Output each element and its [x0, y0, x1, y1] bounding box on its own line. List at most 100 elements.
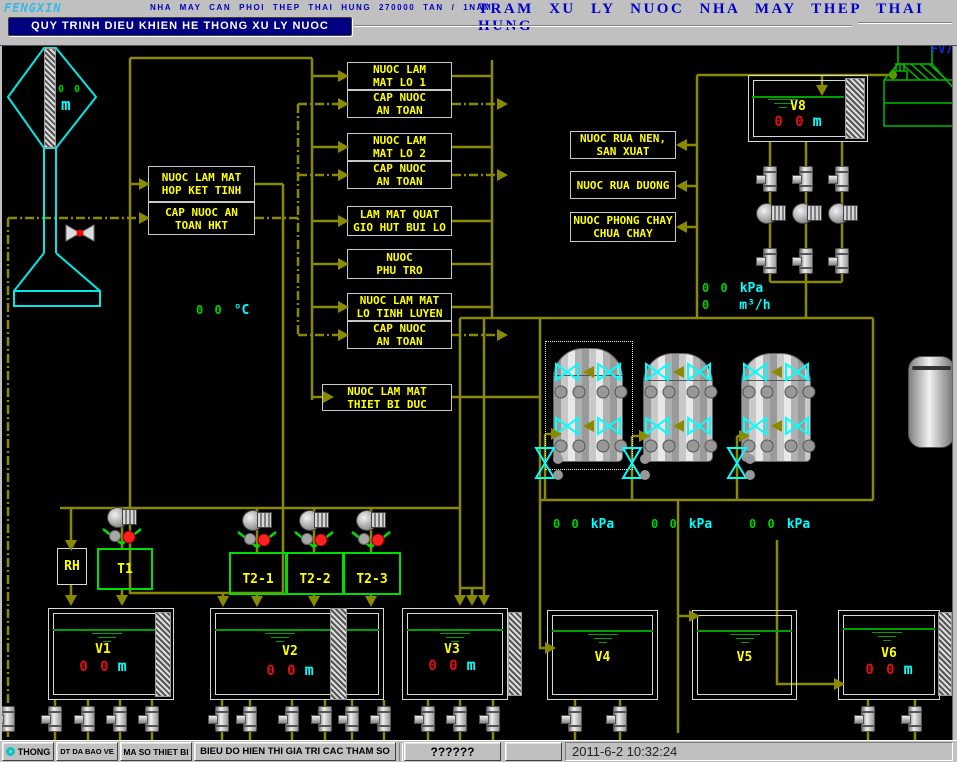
- filter-tank-1[interactable]: [553, 348, 623, 462]
- v5-ripple: [730, 633, 760, 645]
- box-nuoc-lam-mat-hop-ket-tinh[interactable]: NUOC LAM MATHOP KET TINH: [148, 166, 255, 202]
- valve-pump3-top[interactable]: [835, 166, 849, 192]
- empty-panel: [505, 742, 562, 761]
- filter3-pressure: 0 0 kPa: [749, 517, 810, 532]
- system-button[interactable]: THONG: [2, 742, 54, 761]
- left-frame: [0, 45, 2, 740]
- valve-main-drain[interactable]: [1, 706, 15, 732]
- box-t2-3[interactable]: T2-3: [343, 552, 401, 595]
- v1-label: V1: [48, 642, 158, 657]
- v6-waterline: [843, 628, 935, 630]
- protection-button[interactable]: DT DA BAO VE: [56, 742, 118, 761]
- valve-v1-1[interactable]: [48, 706, 62, 732]
- v1-waterline: [53, 629, 169, 631]
- v2-label: V2: [210, 644, 370, 659]
- status-bar: THONG DT DA BAO VE MA SO THIET BI BIEU D…: [0, 740, 957, 762]
- v4-ripple: [588, 633, 618, 645]
- datetime-display: 2011-6-2 10:32:24: [565, 742, 953, 761]
- process-banner[interactable]: QUY TRINH DIEU KHIEN HE THONG XU LY NUOC: [8, 17, 352, 36]
- v4-waterline: [552, 630, 653, 632]
- pipe-valve-dot: [889, 71, 897, 79]
- box-cap-nuoc-an-toan-2[interactable]: CAP NUOCAN TOAN: [347, 161, 452, 189]
- v5-label: V5: [692, 650, 797, 665]
- tower-level-reading: 0 0: [58, 84, 82, 95]
- valve-v3-3[interactable]: [486, 706, 500, 732]
- v8-hatch-bar: [845, 78, 865, 139]
- filter2-pressure: 0 0 kPa: [651, 517, 712, 532]
- v8-level: 0 0 m: [748, 112, 848, 130]
- box-nuoc-phu-tro[interactable]: NUOCPHU TRO: [347, 249, 452, 279]
- valve-pump1-top[interactable]: [763, 166, 777, 192]
- valve-pump2-top[interactable]: [799, 166, 813, 192]
- valve-v1-4[interactable]: [145, 706, 159, 732]
- box-nuoc-lam-mat-lo-2[interactable]: NUOC LAMMAT LO 2: [347, 133, 452, 161]
- box-t2-2[interactable]: T2-2: [286, 552, 344, 595]
- plant-subtitle: NHA MAY CAN PHOI THEP THAI HUNG 270000 T…: [150, 3, 492, 12]
- valve-v3-2[interactable]: [453, 706, 467, 732]
- pump-2[interactable]: [792, 199, 822, 225]
- unknown-panel[interactable]: ??????: [404, 742, 501, 761]
- valve-v2-3[interactable]: [285, 706, 299, 732]
- box-lam-mat-quat-gio[interactable]: LAM MAT QUATGIO HUT BUI LO: [347, 206, 452, 236]
- valve-v1-3[interactable]: [113, 706, 127, 732]
- v2-ripple: [265, 632, 295, 644]
- statusbar-divider: [399, 743, 403, 761]
- fv7-machine: [884, 38, 957, 126]
- valve-v4-2[interactable]: [613, 706, 627, 732]
- device-code-button[interactable]: MA SO THIET BI: [120, 742, 192, 761]
- box-t2-1[interactable]: T2-1: [229, 552, 287, 595]
- tower-level-unit: m: [61, 95, 71, 114]
- box-cap-nuoc-an-toan-1[interactable]: CAP NUOCAN TOAN: [347, 90, 452, 118]
- pump-t2-2[interactable]: [299, 506, 329, 532]
- filter-tank-3[interactable]: [741, 353, 811, 462]
- v6-ripple: [872, 631, 902, 643]
- valve-pump3-bottom[interactable]: [835, 248, 849, 274]
- v4-label: V4: [547, 650, 658, 665]
- tower-fill-column: [44, 48, 56, 148]
- valve-v6-1[interactable]: [861, 706, 875, 732]
- valve-v6-2[interactable]: [908, 706, 922, 732]
- box-nuoc-lam-mat-lo-tinh-luyen[interactable]: NUOC LAM MATLO TINH LUYEN: [347, 293, 452, 321]
- box-t1[interactable]: T1: [97, 548, 153, 590]
- valve-v3-1[interactable]: [421, 706, 435, 732]
- valve-v2-1[interactable]: [215, 706, 229, 732]
- v3-hatch-bar: [508, 612, 522, 696]
- pump-3[interactable]: [828, 199, 858, 225]
- tower-valve: [66, 225, 94, 241]
- pump-1[interactable]: [756, 199, 786, 225]
- valve-v2-4[interactable]: [318, 706, 332, 732]
- divider: [354, 25, 852, 27]
- v2-level: 0 0 m: [210, 661, 370, 679]
- box-cap-nuoc-an-toan-3[interactable]: CAP NUOCAN TOAN: [347, 321, 452, 349]
- pump-pressure-reading: 0 0 kPa: [702, 281, 763, 296]
- box-nuoc-rua-nen-san-xuat[interactable]: NUOC RUA NEN,SAN XUAT: [570, 131, 676, 159]
- pump-flow-reading: 0 m³/h: [702, 298, 771, 313]
- box-cap-nuoc-an-toan-hkt[interactable]: CAP NUOC ANTOAN HKT: [148, 202, 255, 235]
- v6-hatch-bar: [938, 612, 952, 696]
- box-rh[interactable]: RH: [57, 548, 87, 585]
- box-nuoc-rua-duong[interactable]: NUOC RUA DUONG: [570, 171, 676, 199]
- valve-v2-2[interactable]: [243, 706, 257, 732]
- valve-pump1-bottom[interactable]: [763, 248, 777, 274]
- v1-level: 0 0 m: [48, 657, 158, 675]
- box-nuoc-phong-chay[interactable]: NUOC PHONG CHAYCHUA CHAY: [570, 212, 676, 242]
- v3-level: 0 0 m: [402, 656, 502, 674]
- box-nuoc-lam-mat-lo-1[interactable]: NUOC LAMMAT LO 1: [347, 62, 452, 90]
- valve-v2-6[interactable]: [377, 706, 391, 732]
- v6-level: 0 0 m: [838, 660, 940, 678]
- pump-t2-3[interactable]: [356, 506, 386, 532]
- valve-v1-2[interactable]: [81, 706, 95, 732]
- filter1-pressure: 0 0 kPa: [553, 517, 614, 532]
- filter-tank-2[interactable]: [643, 353, 713, 462]
- v5-waterline: [697, 630, 792, 632]
- pump-t2-1[interactable]: [242, 506, 272, 532]
- valve-v2-5[interactable]: [345, 706, 359, 732]
- temperature-reading: 0 0 °C: [196, 303, 249, 318]
- valve-pump2-bottom[interactable]: [799, 248, 813, 274]
- parameter-chart-button[interactable]: BIEU DO HIEN THI GIA TRI CAC THAM SO: [194, 742, 396, 761]
- valve-v4-1[interactable]: [568, 706, 582, 732]
- pump-t1[interactable]: [107, 503, 137, 529]
- box-nuoc-lam-mat-thiet-bi-duc[interactable]: NUOC LAM MATTHIET BI DUC: [322, 384, 452, 411]
- v3-waterline: [407, 629, 503, 631]
- right-frame: [952, 45, 957, 740]
